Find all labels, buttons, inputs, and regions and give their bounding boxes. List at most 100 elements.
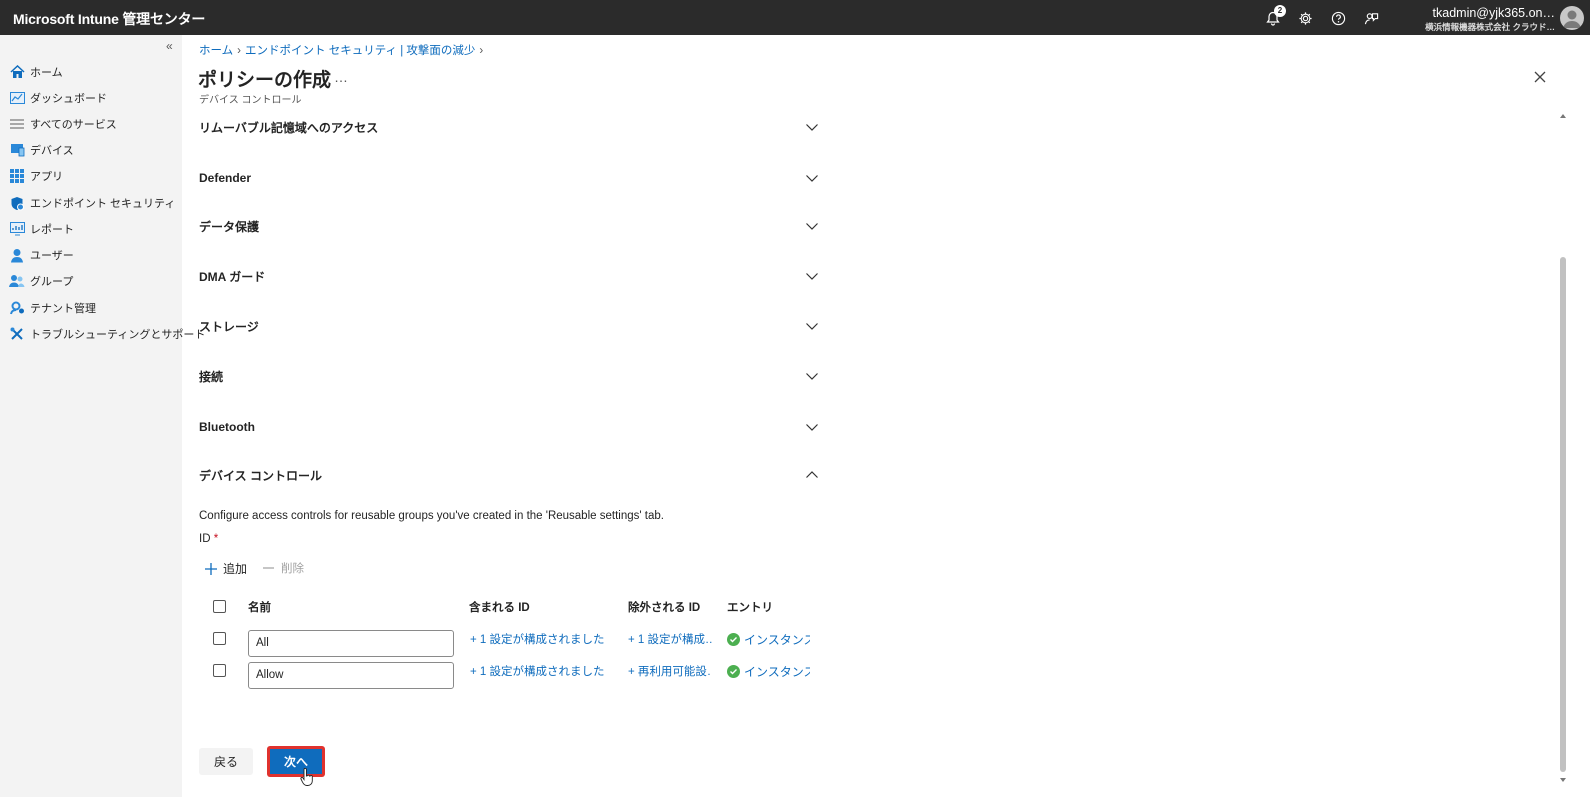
sidebar: « ホーム ダッシュボード すべてのサービス デバイス アプリ エンドポイント … [0,35,205,797]
tools-icon [9,326,25,342]
section-storage[interactable]: ストレージ [199,314,819,338]
column-header-excluded-id[interactable]: 除外される ID [628,599,700,615]
entry-status-text: インスタンスの [744,633,810,647]
chevron-down-icon [806,323,818,330]
section-defender[interactable]: Defender [199,166,819,190]
section-bluetooth[interactable]: Bluetooth [199,415,819,439]
sidebar-item-label: アプリ [30,171,63,183]
sidebar-item-label: デバイス [30,145,74,157]
section-data-protection[interactable]: データ保護 [199,214,819,238]
sidebar-item-dashboard[interactable]: ダッシュボード [9,87,107,109]
chevron-up-icon [806,471,818,478]
app-brand[interactable]: Microsoft Intune 管理センター [13,9,205,29]
chevron-down-icon [806,223,818,230]
sidebar-item-all-services[interactable]: すべてのサービス [9,113,117,135]
included-id-link[interactable]: + 1 設定が構成されました [470,663,610,679]
section-removable-storage[interactable]: リムーバブル記憶域へのアクセス [199,115,819,139]
scroll-up-arrow-icon[interactable] [1558,112,1568,120]
section-connectivity[interactable]: 接続 [199,364,819,388]
minus-icon [263,567,274,569]
breadcrumb-section-link[interactable]: エンドポイント セキュリティ | 攻撃面の減少 [245,45,475,57]
sidebar-item-label: トラブルシューティングとサポート [30,329,206,341]
sidebar-item-endpoint-security[interactable]: エンドポイント セキュリティ [9,192,175,214]
section-label: Defender [199,171,252,185]
column-header-included-id[interactable]: 含まれる ID [469,599,530,615]
section-device-control[interactable]: デバイス コントロール [199,463,819,487]
delete-button[interactable]: 削除 [262,560,304,576]
required-marker: * [213,533,219,545]
top-bar: Microsoft Intune 管理センター 2 tkadmin@yjk365… [0,0,1590,35]
apps-icon [9,168,25,184]
help-icon[interactable] [1329,9,1347,27]
section-label: Bluetooth [199,420,255,434]
row-checkbox[interactable] [213,632,226,645]
sidebar-item-troubleshooting[interactable]: トラブルシューティングとサポート [9,323,205,345]
avatar[interactable] [1560,6,1584,30]
chevron-down-icon [806,273,818,280]
sidebar-item-devices[interactable]: デバイス [9,139,74,161]
breadcrumb-home-link[interactable]: ホーム [199,45,233,57]
device-icon [9,142,25,158]
close-icon[interactable] [1530,67,1550,87]
collapse-sidebar-icon[interactable]: « [166,39,173,53]
report-icon [9,221,25,237]
section-dma-guard[interactable]: DMA ガード [199,264,819,288]
chevron-down-icon [806,175,818,182]
tenant-icon [9,300,25,316]
add-button[interactable]: 追加 [204,560,247,577]
feedback-icon[interactable] [1362,9,1380,27]
excluded-id-link[interactable]: + 1 設定が構成… [628,631,712,647]
sidebar-item-home[interactable]: ホーム [9,61,63,83]
scroll-down-arrow-icon[interactable] [1558,776,1568,784]
entry-status-link[interactable]: インスタンスの [727,631,810,648]
page-subtitle: デバイス コントロール [199,95,302,106]
page-title: ポリシーの作成 [198,70,332,91]
chevron-down-icon [806,424,818,431]
section-label: データ保護 [199,219,260,234]
hand-cursor-icon [300,768,313,786]
shield-icon [9,195,25,211]
column-header-entry[interactable]: エントリ [727,599,773,615]
group-icon [9,273,25,289]
section-label: DMA ガード [199,269,266,284]
row-name-input[interactable]: Allow [248,662,454,689]
dashboard-icon [9,90,25,106]
user-icon [9,247,25,263]
id-field-label: ID * [199,533,219,545]
vertical-scrollbar[interactable] [1558,112,1568,786]
back-button[interactable]: 戻る [199,748,253,775]
chevron-down-icon [806,373,818,380]
settings-gear-icon[interactable] [1296,9,1314,27]
entry-status-link[interactable]: インスタンスの [727,663,810,680]
included-id-link[interactable]: + 1 設定が構成されました [470,631,610,647]
excluded-id-link[interactable]: + 再利用可能設… [628,663,712,679]
row-checkbox[interactable] [213,664,226,677]
account-org: 横浜情報機器株式会社 クラウド… [1425,22,1555,32]
sidebar-item-groups[interactable]: グループ [9,270,73,292]
sidebar-item-label: テナント管理 [30,303,96,315]
sidebar-item-label: エンドポイント セキュリティ [30,198,176,210]
check-circle-icon [727,633,740,646]
delete-button-label: 削除 [281,563,304,575]
scrollbar-thumb[interactable] [1560,257,1566,772]
sidebar-item-label: グループ [30,276,74,288]
next-button[interactable]: 次へ [268,747,324,776]
sidebar-item-label: すべてのサービス [30,119,117,131]
more-options-button[interactable]: … [334,69,348,85]
account-info[interactable]: tkadmin@yjk365.on… 横浜情報機器株式会社 クラウド… [1425,6,1555,33]
device-control-description: Configure access controls for reusable g… [199,510,664,522]
notification-icon[interactable]: 2 [1264,5,1286,27]
sidebar-item-reports[interactable]: レポート [9,218,74,240]
sidebar-item-label: ホーム [30,67,63,79]
row-name-input[interactable]: All [248,630,454,657]
section-label: リムーバブル記憶域へのアクセス [199,120,379,135]
sidebar-item-tenant-admin[interactable]: テナント管理 [9,297,96,319]
home-icon [9,64,25,80]
add-button-label: 追加 [223,562,248,576]
check-circle-icon [727,665,740,678]
select-all-checkbox[interactable] [213,600,226,613]
sidebar-item-users[interactable]: ユーザー [9,244,74,266]
sidebar-item-apps[interactable]: アプリ [9,165,63,187]
column-header-name[interactable]: 名前 [248,599,271,615]
section-label: ストレージ [199,319,259,334]
